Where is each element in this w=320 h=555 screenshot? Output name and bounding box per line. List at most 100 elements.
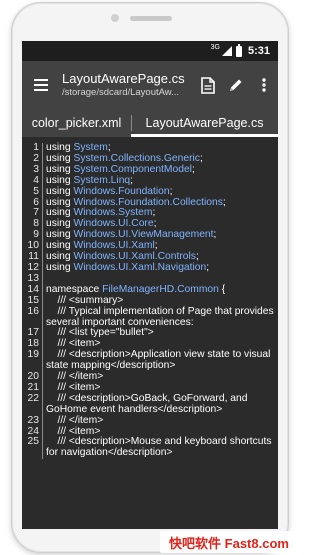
code-token: using <box>46 207 74 219</box>
type-token: System.Collections.Generic <box>73 152 200 164</box>
battery-icon <box>235 43 242 57</box>
signal-icon <box>221 46 232 56</box>
gutter-divider <box>42 437 43 460</box>
line-number: 22 <box>27 392 39 404</box>
gutter-divider <box>42 164 43 176</box>
code-token: using <box>46 218 74 230</box>
code-token: ; <box>195 251 199 263</box>
gutter-divider <box>42 415 43 427</box>
line-number: 25 <box>27 436 39 448</box>
code-token: namespace <box>46 283 103 295</box>
code-token: ; <box>222 196 226 208</box>
file-path: /storage/sdcard/LayoutAw... <box>62 87 180 98</box>
code-token: /// <item> <box>46 338 101 350</box>
code-token: ; <box>154 240 158 252</box>
page-title: LayoutAwarePage.cs <box>62 71 185 86</box>
gutter-divider <box>42 393 43 416</box>
code-line: 25 /// <description>Mouse and keyboard s… <box>22 436 278 460</box>
gutter-divider <box>42 295 43 307</box>
code-token: ; <box>191 163 195 175</box>
network-type: 3G <box>210 44 220 51</box>
code-text: /// <description>Application view state … <box>46 349 278 372</box>
line-number: 23 <box>27 414 39 426</box>
type-token: System <box>73 142 108 153</box>
gutter-divider <box>42 306 43 329</box>
type-token: Windows.Foundation <box>73 185 170 197</box>
code-token: /// <description>Mouse and keyboard shor… <box>46 436 275 459</box>
line-number: 4 <box>33 174 39 186</box>
type-token: System.Linq <box>73 174 131 186</box>
code-token: /// <description>GoBack, GoForward, and … <box>46 392 251 415</box>
code-token: ; <box>206 261 210 273</box>
earpiece-speaker <box>130 16 172 21</box>
code-token: /// <item> <box>46 381 101 393</box>
status-time: 5:31 <box>247 45 270 57</box>
type-token: Windows.UI.Core <box>73 218 154 230</box>
code-token: using <box>46 196 74 208</box>
gutter-divider <box>42 219 43 231</box>
tab-bar: color_picker.xml LayoutAwarePage.cs <box>22 109 278 137</box>
code-text: /// <description>Mouse and keyboard shor… <box>46 437 278 459</box>
gutter-divider <box>42 197 43 209</box>
line-number: 15 <box>27 294 39 306</box>
code-line: 22 /// <description>GoBack, GoForward, a… <box>22 392 278 416</box>
gutter-divider <box>42 241 43 253</box>
code-line: 12 using Windows.UI.Xaml.Navigation; <box>22 261 278 274</box>
line-number: 16 <box>27 305 39 317</box>
app-bar: LayoutAwarePage.cs /storage/sdcard/Layou… <box>22 61 278 109</box>
code-text: /// <description>GoBack, GoForward, and … <box>46 392 278 416</box>
status-bar: 3G 5:31 <box>22 41 278 61</box>
line-number: 5 <box>33 185 39 197</box>
code-token: /// Typical implementation of Page that … <box>46 305 277 328</box>
code-token: /// <item> <box>46 425 101 437</box>
code-token: using <box>46 163 74 175</box>
code-token: ; <box>130 174 134 186</box>
gutter-divider <box>42 273 43 285</box>
more-vertical-icon[interactable] <box>250 61 278 109</box>
pencil-icon[interactable] <box>222 61 250 109</box>
gutter-divider <box>42 153 43 165</box>
code-text: /// Typical implementation of Page that … <box>46 305 278 329</box>
code-token: /// </item> <box>46 371 104 383</box>
tab-color-picker-xml[interactable]: color_picker.xml <box>22 109 131 137</box>
code-token: using <box>46 142 74 153</box>
code-token: /// <list type="bullet"> <box>46 327 154 339</box>
type-token: Windows.UI.Xaml.Controls <box>73 251 196 263</box>
hamburger-menu-icon[interactable] <box>22 61 58 109</box>
gutter-divider <box>42 426 43 438</box>
code-token: ; <box>169 185 173 197</box>
code-token: ; <box>152 207 156 219</box>
type-token: Windows.UI.Xaml.Navigation <box>73 261 207 273</box>
code-token: using <box>46 185 74 197</box>
code-text: using Windows.UI.Xaml.Navigation; <box>46 261 278 274</box>
code-token: using <box>46 240 74 252</box>
site-watermark: 快吧软件 Fast8.com <box>160 531 298 553</box>
code-token: { <box>218 283 226 295</box>
gutter-divider <box>42 372 43 383</box>
gutter-divider <box>42 208 43 220</box>
device-screen: 3G 5:31 LayoutAwarePage.cs /storage/sdca… <box>22 41 278 529</box>
file-document-icon[interactable] <box>194 61 222 109</box>
gutter-divider <box>42 328 43 340</box>
code-token: using <box>46 261 74 273</box>
gutter-divider <box>42 382 43 394</box>
tab-layout-aware-page-cs[interactable]: LayoutAwarePage.cs <box>131 109 278 137</box>
selected-tab-indicator <box>131 134 278 137</box>
line-number: 19 <box>27 349 39 361</box>
gutter-divider <box>42 284 43 296</box>
gutter-divider <box>42 339 43 351</box>
code-token: using <box>46 152 74 164</box>
code-line: 19 /// <description>Application view sta… <box>22 349 278 373</box>
gutter-divider <box>42 175 43 187</box>
code-token: ; <box>107 142 111 153</box>
code-line: 16 /// Typical implementation of Page th… <box>22 305 278 329</box>
gutter-divider <box>42 262 43 274</box>
code-token: /// <summary> <box>46 294 124 306</box>
code-editor[interactable]: 1 using System; 2 using System.Collections.… <box>22 137 278 460</box>
type-token: Windows.Foundation.Collections <box>73 196 223 208</box>
front-camera <box>111 14 119 22</box>
code-token: ; <box>199 152 203 164</box>
gutter-divider <box>42 350 43 373</box>
gutter-divider <box>42 186 43 198</box>
code-token: /// </item> <box>46 414 104 426</box>
